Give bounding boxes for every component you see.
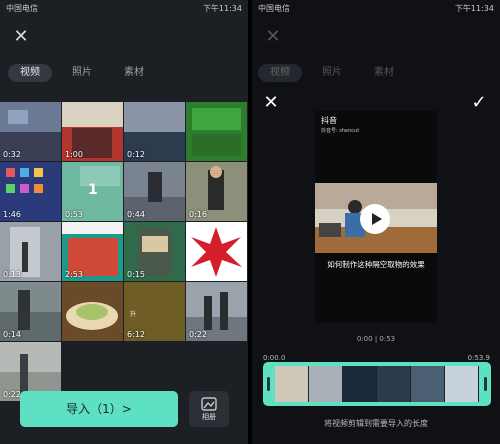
media-thumbnail[interactable] — [186, 102, 247, 161]
media-thumbnail[interactable] — [186, 222, 247, 281]
media-tabs: 视频 照片 素材 — [8, 64, 156, 82]
svg-text:升: 升 — [130, 310, 136, 318]
playback-time: 0:00 | 0:53 — [356, 335, 396, 343]
media-thumbnail[interactable]: 0:12 — [124, 102, 185, 161]
duration-label: 0:22 — [189, 330, 207, 339]
import-button[interactable]: 导入（1）> — [20, 391, 178, 427]
media-thumbnail[interactable]: 0:16 — [186, 162, 247, 221]
background-close-icon: ✕ — [265, 26, 281, 47]
duration-label: 1:00 — [65, 150, 83, 159]
tab-material: 素材 — [374, 67, 394, 78]
trim-hint: 将视频剪辑到需要导入的长度 — [324, 419, 428, 428]
tab-material[interactable]: 素材 — [112, 64, 156, 82]
carrier-label: 中国电信 — [258, 3, 290, 13]
media-thumbnail[interactable]: 0:44 — [124, 162, 185, 221]
duration-label: 1:46 — [3, 210, 21, 219]
close-icon[interactable]: ✕ — [262, 94, 280, 112]
tab-video[interactable]: 视频 — [8, 64, 52, 82]
video-preview[interactable]: 抖音 抖音号: shencut 如何制作这种隔空取物的效果 — [315, 111, 437, 323]
trim-handle-left[interactable] — [267, 377, 270, 391]
album-button[interactable]: 相册 — [189, 391, 229, 427]
media-thumbnail[interactable]: 0:14 — [0, 282, 61, 341]
album-label: 相册 — [202, 413, 216, 421]
media-thumbnail[interactable]: 1:46 — [0, 162, 61, 221]
duration-label: 0:12 — [127, 150, 145, 159]
duration-label: 0:14 — [3, 330, 21, 339]
media-thumbnail[interactable]: 2:53 — [62, 222, 123, 281]
media-thumbnail[interactable]: 升 6:12 — [124, 282, 185, 341]
trim-panel: 中国电信 下午11:34 ✕ 视频 照片 素材 ✕ ✓ 抖音 抖音号: shen… — [252, 0, 500, 444]
duration-label: 0:16 — [189, 210, 207, 219]
trim-overlay: ✕ ✓ 抖音 抖音号: shencut 如何制作这种隔空取物的效果 0:00 |… — [252, 82, 500, 444]
selection-badge: 1 — [88, 182, 98, 198]
tab-video: 视频 — [258, 64, 302, 82]
video-caption: 如何制作这种隔空取物的效果 — [327, 260, 425, 269]
status-bar: 中国电信 下午11:34 — [0, 0, 248, 16]
media-picker-panel: 中国电信 下午11:34 ✕ 视频 照片 素材 0:32 1:00 0:12 1 — [0, 0, 248, 444]
trim-start-time: 0:00.0 — [263, 354, 286, 362]
confirm-check-icon[interactable]: ✓ — [470, 94, 488, 112]
background-tabs: 视频 照片 素材 — [258, 64, 406, 82]
time-label: 下午11:34 — [454, 3, 494, 13]
duration-label: 0:15 — [127, 270, 145, 279]
account-id: 抖音号: shencut — [321, 128, 360, 134]
duration-label: 0:22 — [3, 390, 21, 399]
trim-filmstrip — [275, 366, 479, 402]
play-button[interactable] — [360, 204, 390, 234]
album-icon — [201, 397, 217, 411]
duration-label: 0:32 — [3, 150, 21, 159]
media-thumbnail[interactable]: 0:22 — [186, 282, 247, 341]
tab-photo: 照片 — [322, 67, 342, 78]
duration-label: 0:53 — [65, 210, 83, 219]
trim-handle-right[interactable] — [484, 377, 487, 391]
trim-end-time: 0:53.9 — [467, 354, 490, 362]
media-thumbnail[interactable]: 0:32 — [0, 102, 61, 161]
play-icon — [372, 213, 382, 225]
trim-bar[interactable] — [263, 362, 491, 406]
time-label: 下午11:34 — [202, 3, 242, 13]
duration-label: 2:53 — [65, 270, 83, 279]
duration-label: 0:44 — [127, 210, 145, 219]
app-name: 抖音 — [321, 116, 337, 125]
duration-label: 6:12 — [127, 330, 145, 339]
media-thumbnail[interactable]: 0:15 — [124, 222, 185, 281]
tab-photo[interactable]: 照片 — [60, 64, 104, 82]
media-thumbnail-selected[interactable]: 1 0:53 — [62, 162, 123, 221]
duration-label: 0:13 — [3, 270, 21, 279]
close-icon[interactable]: ✕ — [12, 28, 30, 46]
media-thumbnail[interactable]: 0:13 — [0, 222, 61, 281]
media-thumbnail[interactable] — [62, 282, 123, 341]
media-thumbnail[interactable]: 1:00 — [62, 102, 123, 161]
status-bar: 中国电信 下午11:34 — [252, 0, 500, 16]
carrier-label: 中国电信 — [6, 3, 38, 13]
